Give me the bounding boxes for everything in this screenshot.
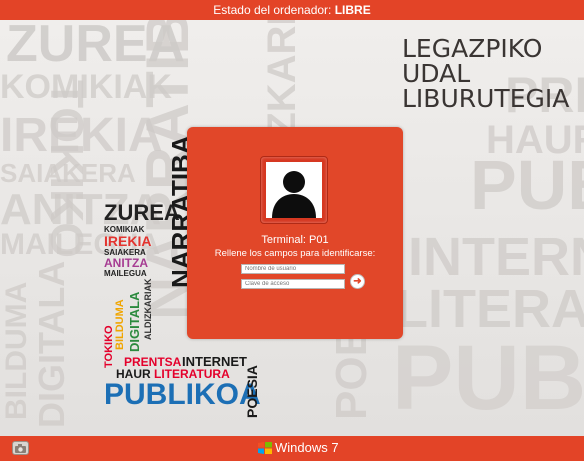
- bg-word-internet: INTERNET: [408, 227, 584, 287]
- avatar: [260, 156, 328, 224]
- library-title-line3: LIBURUTEGIA: [402, 84, 570, 113]
- library-title: LEGAZPIKO UDAL LIBURUTEGIA: [402, 36, 569, 111]
- poster-bilduma: BILDUMA: [114, 299, 126, 350]
- poster-mailegua: MAILEGUA: [104, 269, 147, 278]
- poster-publikoa: PUBLIKOA: [104, 378, 261, 411]
- library-title-line1: LEGAZPIKO: [402, 34, 543, 63]
- status-label: Estado del ordenador:: [213, 3, 335, 17]
- bg-word-publikoa: PUBLIKOA: [470, 146, 584, 224]
- poster-irekia: IREKIA: [104, 233, 152, 249]
- library-title-line2: UDAL: [402, 59, 471, 88]
- terminal-label: Terminal: P01: [261, 234, 329, 246]
- password-field[interactable]: [241, 279, 345, 289]
- poster-aldizkariak: ALDIZKARIAK: [143, 278, 153, 341]
- windows-label: Windows 7: [275, 440, 339, 455]
- arrow-right-icon: ➜: [353, 276, 362, 287]
- bg-word-digitala: DIGITALA: [31, 260, 72, 428]
- login-panel: Terminal: P01 Rellene los campos para id…: [187, 127, 403, 339]
- status-bar: Estado del ordenador: LIBRE: [0, 0, 584, 20]
- bg-word-tokiko: TOKIKO: [41, 80, 93, 259]
- windows-logo-icon: [258, 442, 272, 454]
- bg-word-publikoa-large: PUBLIKOA: [392, 327, 584, 429]
- user-silhouette-icon: [266, 162, 322, 218]
- poster-anitza: ANITZA: [104, 256, 148, 270]
- poster-digitala: DIGITALA: [127, 291, 142, 352]
- taskbar: Windows 7: [0, 436, 584, 461]
- bg-word-bilduma: BILDUMA: [0, 281, 33, 420]
- status-value: LIBRE: [334, 3, 371, 17]
- submit-button[interactable]: ➜: [350, 274, 365, 289]
- login-prompt: Rellene los campos para identificarse:: [214, 248, 376, 259]
- camera-icon[interactable]: [12, 441, 29, 455]
- username-field[interactable]: [241, 264, 345, 274]
- poster-poesia: POESIA: [244, 365, 260, 418]
